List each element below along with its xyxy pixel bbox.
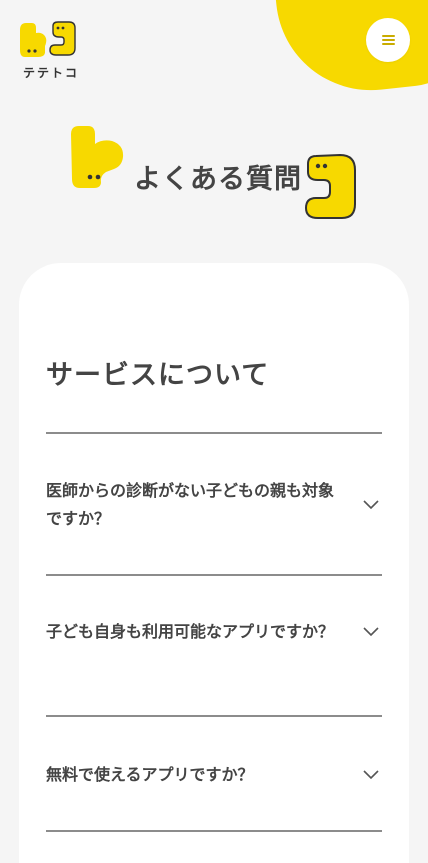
faq-question: 医師からの診断がない子どもの親も対象ですか？ (46, 481, 335, 528)
divider (46, 715, 382, 717)
faq-item[interactable]: 医師からの診断がない子どもの親も対象ですか？ (46, 477, 382, 533)
hamburger-icon (381, 35, 395, 45)
yellow-character-right-icon (304, 153, 356, 219)
menu-button[interactable] (366, 18, 410, 62)
faq-question: 無料で使えるアプリですか？ (46, 765, 254, 784)
divider (46, 574, 382, 576)
faq-item[interactable]: 子ども自身も利用可能なアプリですか？ (46, 618, 382, 646)
divider (46, 830, 382, 832)
page-title: よくある質問 (134, 164, 302, 195)
yellow-character-left-icon (71, 126, 124, 188)
divider (46, 432, 382, 434)
logo-text: テテトコ (23, 66, 80, 80)
section-title: サービスについて (46, 360, 270, 391)
chevron-down-icon (363, 770, 379, 780)
chevron-down-icon (363, 627, 379, 637)
chevron-down-icon (363, 500, 379, 510)
faq-item[interactable]: 無料で使えるアプリですか？ (46, 761, 382, 789)
faq-question: 子ども自身も利用可能なアプリですか？ (46, 622, 335, 641)
faq-card: サービスについて 医師からの診断がない子どもの親も対象ですか？ 子ども自身も利用… (19, 263, 409, 863)
